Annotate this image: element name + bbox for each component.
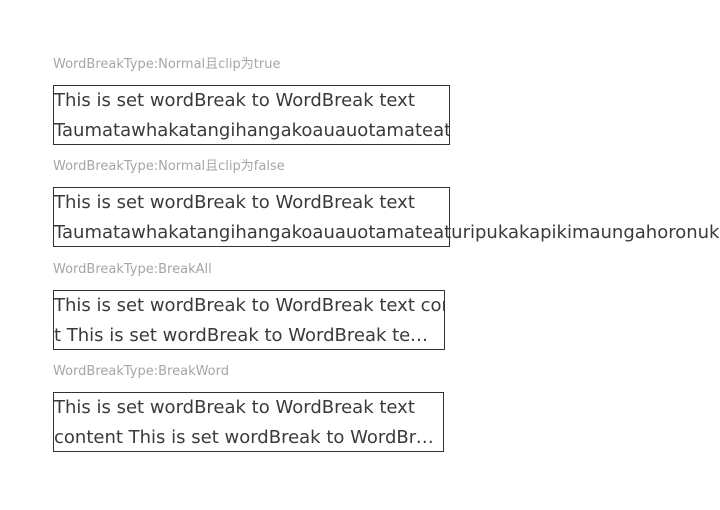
word-break-demo-page: WordBreakType:Normal且clip为true This is s… xyxy=(0,0,720,510)
caption-break-all: WordBreakType:BreakAll xyxy=(53,262,212,277)
text-line: Taumatawhakatangihangakoauauotamateaturi… xyxy=(54,120,449,141)
text-line: This is set wordBreak to WordBreak text … xyxy=(54,295,444,316)
caption-normal-clip-true: WordBreakType:Normal且clip为true xyxy=(53,57,281,72)
text-box-normal-clip-true: This is set wordBreak to WordBreak text … xyxy=(53,85,450,145)
caption-normal-clip-false: WordBreakType:Normal且clip为false xyxy=(53,159,285,174)
text-line-ellipsis: t This is set wordBreak to WordBreak tex… xyxy=(54,325,436,346)
text-box-break-all: This is set wordBreak to WordBreak text … xyxy=(53,290,445,350)
caption-break-word: WordBreakType:BreakWord xyxy=(53,364,230,379)
text-line: This is set wordBreak to WordBreak text xyxy=(54,90,415,111)
text-box-break-word: This is set wordBreak to WordBreak text … xyxy=(53,392,444,452)
text-line-ellipsis: content This is set wordBreak to WordBre… xyxy=(54,427,435,448)
text-line: Taumatawhakatangihangakoauauotamateaturi… xyxy=(54,222,720,243)
text-line: This is set wordBreak to WordBreak text xyxy=(54,192,415,213)
text-box-normal-clip-false: This is set wordBreak to WordBreak text … xyxy=(53,187,720,247)
text-line: This is set wordBreak to WordBreak text xyxy=(54,397,415,418)
